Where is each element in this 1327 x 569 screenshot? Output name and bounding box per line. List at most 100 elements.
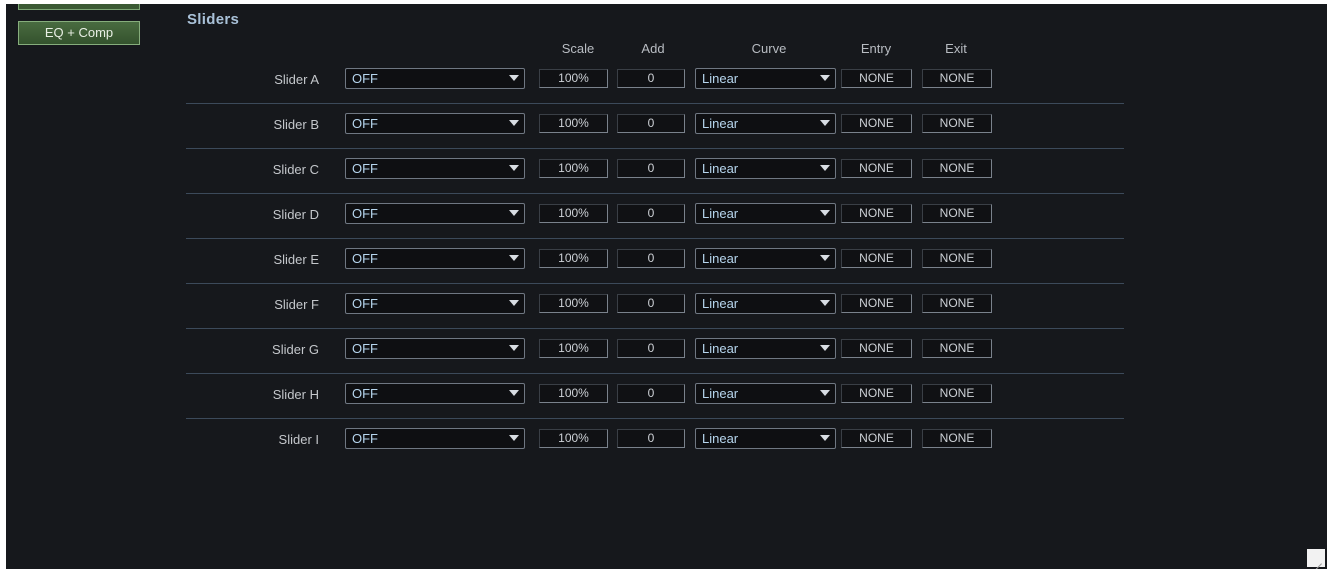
slider-source-value: OFF: [352, 431, 378, 446]
curve-value: Linear: [702, 296, 739, 311]
slider-source-value: OFF: [352, 161, 378, 176]
slider-row: Slider B OFF 100% 0 Linear NONE NONE: [186, 103, 1124, 149]
chevron-down-icon: [509, 255, 519, 261]
slider-row: Slider A OFF 100% 0 Linear NONE NONE: [186, 58, 1124, 104]
curve-select[interactable]: Linear: [695, 113, 836, 134]
slider-label: Slider D: [272, 207, 319, 222]
chevron-down-icon: [820, 210, 830, 216]
entry-field[interactable]: NONE: [841, 429, 912, 448]
slider-row: Slider F OFF 100% 0 Linear NONE NONE: [186, 283, 1124, 329]
slider-source-select[interactable]: OFF: [345, 428, 525, 449]
scale-field[interactable]: 100%: [539, 69, 608, 88]
sliders-panel: EQ + Comp Sliders Scale Add Curve Entry …: [6, 4, 1327, 569]
slider-row: Slider I OFF 100% 0 Linear NONE NONE: [186, 418, 1124, 463]
slider-source-value: OFF: [352, 296, 378, 311]
column-header-entry: Entry: [860, 41, 892, 56]
entry-field[interactable]: NONE: [841, 114, 912, 133]
slider-source-select[interactable]: OFF: [345, 383, 525, 404]
entry-field[interactable]: NONE: [841, 204, 912, 223]
slider-source-select[interactable]: OFF: [345, 203, 525, 224]
add-field[interactable]: 0: [617, 294, 685, 313]
curve-value: Linear: [702, 116, 739, 131]
slider-source-select[interactable]: OFF: [345, 158, 525, 179]
add-field[interactable]: 0: [617, 114, 685, 133]
add-field[interactable]: 0: [617, 249, 685, 268]
slider-row: Slider H OFF 100% 0 Linear NONE NONE: [186, 373, 1124, 419]
entry-field[interactable]: NONE: [841, 384, 912, 403]
slider-label: Slider F: [274, 297, 319, 312]
entry-field[interactable]: NONE: [841, 249, 912, 268]
scale-field[interactable]: 100%: [539, 294, 608, 313]
slider-source-value: OFF: [352, 386, 378, 401]
slider-row: Slider E OFF 100% 0 Linear NONE NONE: [186, 238, 1124, 284]
chevron-down-icon: [820, 300, 830, 306]
slider-label: Slider C: [272, 162, 319, 177]
sidebar-button-partial[interactable]: [18, 4, 140, 10]
chevron-down-icon: [820, 75, 830, 81]
exit-field[interactable]: NONE: [922, 159, 992, 178]
exit-field[interactable]: NONE: [922, 294, 992, 313]
chevron-down-icon: [509, 165, 519, 171]
chevron-down-icon: [509, 345, 519, 351]
chevron-down-icon: [820, 390, 830, 396]
slider-label: Slider E: [273, 252, 319, 267]
slider-label: Slider G: [272, 342, 319, 357]
chevron-down-icon: [820, 165, 830, 171]
scale-field[interactable]: 100%: [539, 249, 608, 268]
curve-value: Linear: [702, 71, 739, 86]
exit-field[interactable]: NONE: [922, 384, 992, 403]
slider-label: Slider A: [274, 72, 319, 87]
exit-field[interactable]: NONE: [922, 249, 992, 268]
add-field[interactable]: 0: [617, 339, 685, 358]
slider-label: Slider H: [272, 387, 319, 402]
exit-field[interactable]: NONE: [922, 114, 992, 133]
slider-source-value: OFF: [352, 251, 378, 266]
scale-field[interactable]: 100%: [539, 429, 608, 448]
scale-field[interactable]: 100%: [539, 204, 608, 223]
slider-source-value: OFF: [352, 341, 378, 356]
column-header-exit: Exit: [945, 41, 967, 56]
add-field[interactable]: 0: [617, 384, 685, 403]
entry-field[interactable]: NONE: [841, 339, 912, 358]
curve-select[interactable]: Linear: [695, 293, 836, 314]
curve-value: Linear: [702, 161, 739, 176]
slider-source-select[interactable]: OFF: [345, 248, 525, 269]
slider-source-select[interactable]: OFF: [345, 338, 525, 359]
scale-field[interactable]: 100%: [539, 384, 608, 403]
scale-field[interactable]: 100%: [539, 339, 608, 358]
resize-grip-icon[interactable]: [1307, 549, 1325, 567]
exit-field[interactable]: NONE: [922, 204, 992, 223]
slider-source-select[interactable]: OFF: [345, 68, 525, 89]
exit-field[interactable]: NONE: [922, 339, 992, 358]
column-header-curve: Curve: [751, 41, 787, 56]
slider-row: Slider G OFF 100% 0 Linear NONE NONE: [186, 328, 1124, 374]
add-field[interactable]: 0: [617, 429, 685, 448]
curve-select[interactable]: Linear: [695, 68, 836, 89]
column-header-add: Add: [641, 41, 665, 56]
curve-select[interactable]: Linear: [695, 338, 836, 359]
slider-source-select[interactable]: OFF: [345, 293, 525, 314]
slider-row: Slider D OFF 100% 0 Linear NONE NONE: [186, 193, 1124, 239]
chevron-down-icon: [509, 75, 519, 81]
entry-field[interactable]: NONE: [841, 294, 912, 313]
exit-field[interactable]: NONE: [922, 429, 992, 448]
scale-field[interactable]: 100%: [539, 159, 608, 178]
curve-select[interactable]: Linear: [695, 248, 836, 269]
curve-select[interactable]: Linear: [695, 383, 836, 404]
section-title: Sliders: [187, 11, 240, 28]
add-field[interactable]: 0: [617, 159, 685, 178]
curve-select[interactable]: Linear: [695, 428, 836, 449]
scale-field[interactable]: 100%: [539, 114, 608, 133]
slider-label: Slider B: [273, 117, 319, 132]
slider-source-value: OFF: [352, 116, 378, 131]
entry-field[interactable]: NONE: [841, 159, 912, 178]
entry-field[interactable]: NONE: [841, 69, 912, 88]
eq-comp-button[interactable]: EQ + Comp: [18, 21, 140, 45]
slider-source-select[interactable]: OFF: [345, 113, 525, 134]
curve-value: Linear: [702, 206, 739, 221]
add-field[interactable]: 0: [617, 204, 685, 223]
add-field[interactable]: 0: [617, 69, 685, 88]
exit-field[interactable]: NONE: [922, 69, 992, 88]
curve-select[interactable]: Linear: [695, 158, 836, 179]
curve-select[interactable]: Linear: [695, 203, 836, 224]
